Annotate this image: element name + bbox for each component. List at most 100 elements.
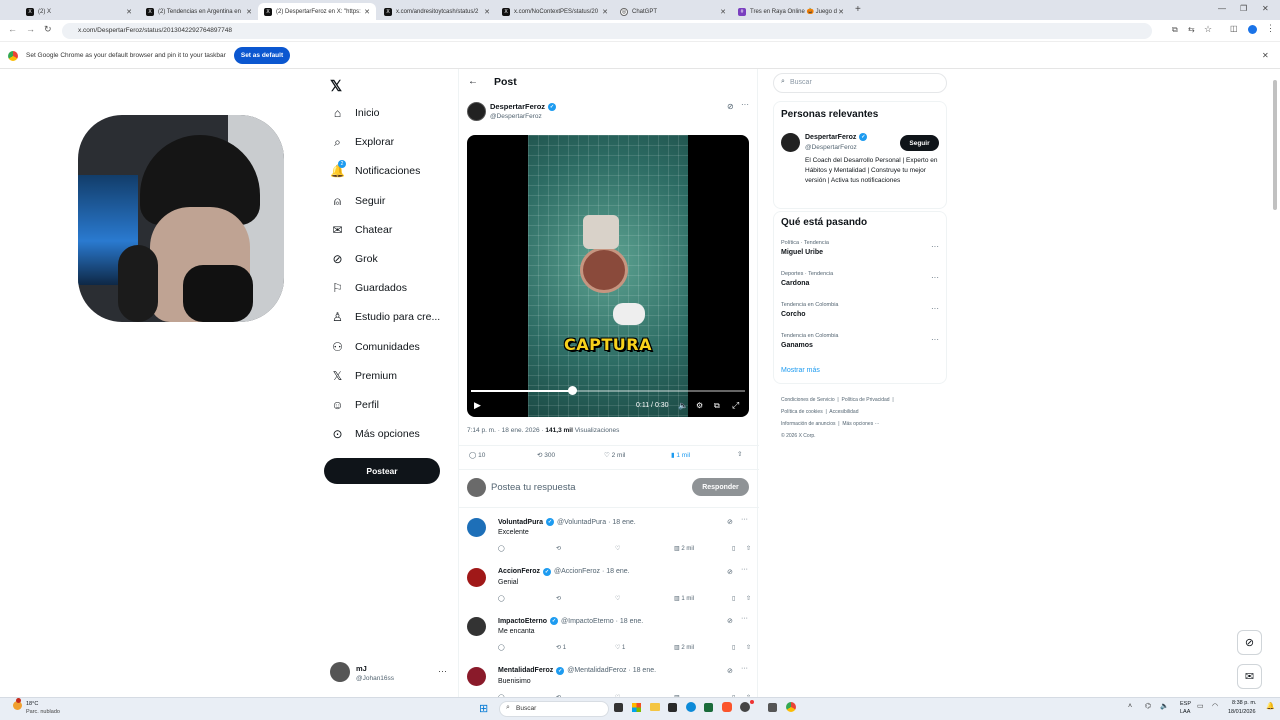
bookmark-icon[interactable]: ▯: [732, 644, 735, 651]
fullscreen-icon[interactable]: ⤢: [732, 400, 739, 411]
grok-icon[interactable]: ⊘: [727, 667, 733, 675]
show-more-link[interactable]: Mostrar más: [781, 367, 820, 374]
grok-icon[interactable]: ⊘: [727, 568, 733, 576]
reply-author[interactable]: AccionFeroz ✓ @AccionFeroz · 18 ene.: [498, 567, 630, 576]
views-action[interactable]: ▥ 1 mil: [674, 595, 694, 602]
forward-icon[interactable]: →: [26, 24, 35, 34]
reply-icon[interactable]: ◯: [498, 644, 505, 651]
extensions-icon[interactable]: ◫: [1230, 24, 1238, 33]
close-icon[interactable]: ✕: [126, 8, 132, 16]
taskbar-search[interactable]: ⌕ Buscar: [499, 701, 609, 717]
brave-icon[interactable]: [722, 702, 732, 712]
relevant-avatar[interactable]: [781, 133, 800, 152]
nav-item-grok[interactable]: ⊘ Grok: [330, 248, 377, 270]
translate-icon[interactable]: ⇆: [1188, 25, 1195, 34]
reply-author[interactable]: ImpactoEterno ✓ @ImpactoEterno · 18 ene.: [498, 617, 643, 625]
reply-avatar[interactable]: [467, 567, 486, 587]
views-action[interactable]: ▥ 2 mil: [674, 545, 694, 552]
pip-icon[interactable]: ⧉: [714, 401, 720, 411]
reply-avatar[interactable]: [467, 518, 486, 537]
repost-action[interactable]: ⟲ 1: [556, 644, 566, 651]
app-icon[interactable]: [768, 703, 777, 712]
file-explorer-icon[interactable]: [650, 703, 660, 711]
share-icon[interactable]: ⇧: [746, 545, 751, 552]
reply-button[interactable]: Responder: [692, 478, 749, 496]
account-more-icon[interactable]: ···: [438, 666, 447, 676]
grok-icon[interactable]: ⊘: [727, 518, 733, 526]
store-icon[interactable]: [668, 703, 677, 712]
reply-icon[interactable]: ◯: [498, 545, 505, 552]
bookmark-stat[interactable]: ▮ 1 mil: [671, 451, 690, 459]
trend-item[interactable]: Tendencia en Colombia Corcho ···: [781, 302, 941, 328]
author-name-row[interactable]: DespertarFeroz ✓: [490, 102, 557, 111]
share-icon[interactable]: ⇧: [746, 595, 751, 602]
account-avatar[interactable]: [330, 662, 350, 682]
nav-item-premium[interactable]: 𝕏 Premium: [330, 365, 397, 387]
tab-despertarferoz[interactable]: X (2) DespertarFeroz en X: "https: ✕: [258, 3, 376, 20]
like-action[interactable]: ♡: [615, 545, 620, 552]
url-field[interactable]: x.com/DespertarFeroz/status/201304229276…: [62, 23, 1152, 39]
repost-action[interactable]: ⟲: [556, 595, 561, 602]
more-icon[interactable]: ···: [741, 665, 748, 672]
nav-item-chatear[interactable]: ✉ Chatear: [330, 219, 392, 241]
video-progress-track[interactable]: [471, 390, 745, 392]
reply-item[interactable]: ImpactoEterno ✓ @ImpactoEterno · 18 ene. ⊘ ·…: [467, 615, 767, 666]
trend-item[interactable]: Deportes · Tendencia Cardona ···: [781, 271, 941, 297]
reply-avatar[interactable]: [467, 666, 486, 686]
menu-icon[interactable]: ⋮: [1266, 23, 1275, 34]
more-icon[interactable]: ···: [931, 304, 939, 313]
profile-avatar[interactable]: [1248, 25, 1257, 34]
nav-item-notificaciones[interactable]: 🔔 2 Notificaciones: [330, 159, 420, 182]
tab-x-home[interactable]: X (2) X ✕: [20, 3, 138, 20]
relevant-name-row[interactable]: DespertarFeroz ✓: [805, 133, 868, 141]
minimize-button[interactable]: —: [1218, 4, 1226, 13]
reply-stat[interactable]: ◯ 10: [469, 451, 485, 459]
footer-link[interactable]: Accesibilidad: [829, 409, 858, 415]
video-scrubber[interactable]: [567, 386, 577, 395]
video-player[interactable]: CAPTURA ▶ 0:11 / 0:30 🔈 ⚙ ⧉ ⤢: [467, 135, 749, 417]
new-tab-button[interactable]: +: [855, 4, 861, 15]
nav-item-perfil[interactable]: ☺ Perfil: [330, 394, 379, 416]
like-stat[interactable]: ♡ 2 mil: [604, 451, 625, 459]
nav-item-guardados[interactable]: ⚐ Guardados: [330, 277, 407, 299]
tab-nocontextpes[interactable]: Xx.com/NoContextPES/status/20 ✕: [496, 3, 614, 20]
chrome-icon[interactable]: [786, 702, 796, 712]
author-avatar[interactable]: [467, 102, 486, 121]
settings-icon[interactable]: ⚙: [696, 401, 703, 410]
app-icon[interactable]: [704, 703, 713, 712]
x-logo-icon[interactable]: 𝕏: [330, 77, 342, 95]
obs-icon[interactable]: [740, 702, 750, 712]
widgets-icon[interactable]: [632, 703, 641, 712]
close-icon[interactable]: ✕: [602, 8, 608, 16]
reload-icon[interactable]: ↻: [44, 24, 52, 35]
share-icon[interactable]: ⇧: [746, 644, 751, 651]
nav-item-explorar[interactable]: ⌕ Explorar: [330, 131, 394, 153]
grok-icon[interactable]: ⊘: [727, 617, 733, 625]
volume-icon[interactable]: 🔈: [678, 401, 688, 410]
footer-link[interactable]: Información de anuncios: [781, 421, 835, 427]
set-default-button[interactable]: Set as default: [234, 47, 290, 64]
star-icon[interactable]: ☆: [1204, 24, 1212, 35]
more-icon[interactable]: ···: [741, 566, 748, 573]
network-icon[interactable]: ⌬: [1145, 702, 1151, 710]
close-icon[interactable]: ✕: [364, 8, 370, 16]
tab-tendencias[interactable]: X (2) Tendencias en Argentina en ✕: [140, 3, 258, 20]
close-icon[interactable]: ✕: [246, 8, 252, 16]
nav-item-seguir[interactable]: ⍝ Seguir: [330, 190, 385, 212]
close-icon[interactable]: ✕: [1262, 51, 1269, 60]
messages-float-button[interactable]: ✉: [1237, 664, 1262, 689]
like-action[interactable]: ♡ 1: [615, 644, 625, 651]
back-arrow-icon[interactable]: ←: [468, 76, 478, 87]
reply-input[interactable]: Postea tu respuesta: [491, 482, 576, 493]
notification-bell-icon[interactable]: 🔔: [1266, 702, 1275, 710]
language-code[interactable]: ESP: [1180, 701, 1191, 707]
clock-date[interactable]: 18/01/2026: [1228, 709, 1256, 715]
windows-start-icon[interactable]: ⊞: [479, 702, 488, 715]
footer-link[interactable]: Condiciones de Servicio: [781, 397, 835, 403]
bookmark-icon[interactable]: ▯: [732, 595, 735, 602]
footer-link[interactable]: Más opciones ···: [842, 421, 879, 427]
trend-item[interactable]: Tendencia en Colombia Ganamos ···: [781, 333, 941, 359]
edge-icon[interactable]: [686, 702, 696, 712]
install-icon[interactable]: ⧉: [1172, 25, 1178, 35]
task-view-icon[interactable]: [614, 703, 623, 712]
